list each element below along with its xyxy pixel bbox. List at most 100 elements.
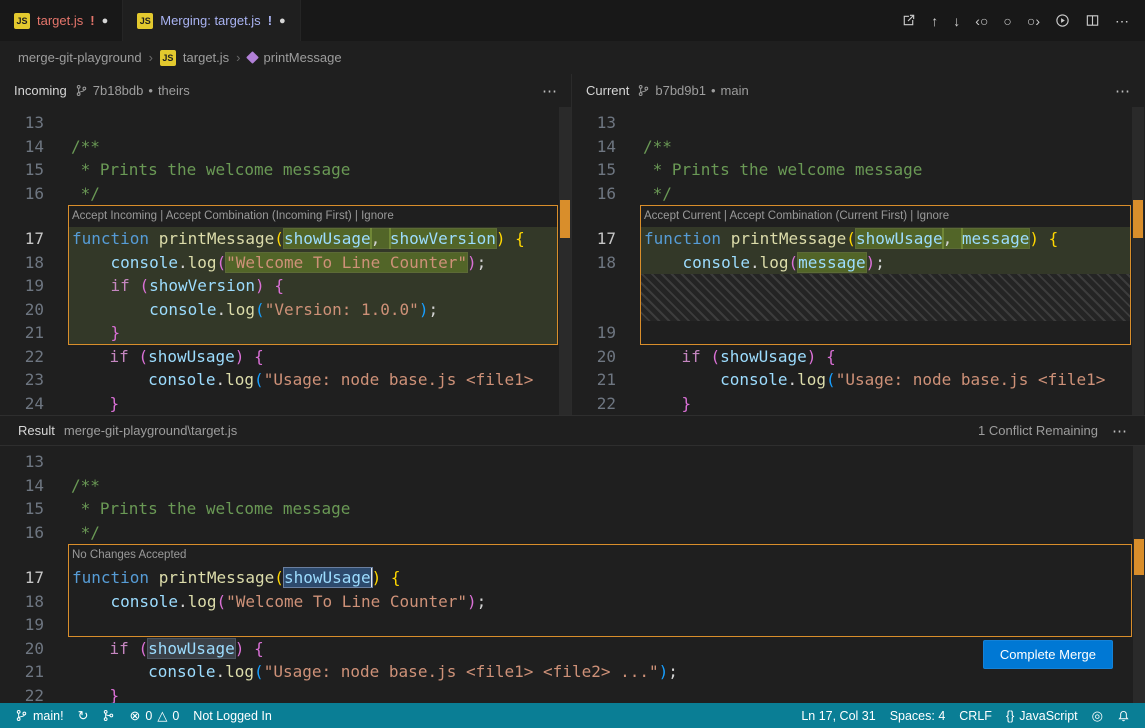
cursor-position[interactable]: Ln 17, Col 31 [794, 709, 882, 723]
code-token: } [111, 323, 121, 342]
previous-conflict-icon[interactable]: ↑ [931, 14, 938, 28]
run-icon[interactable] [1055, 13, 1070, 28]
breadcrumb-file[interactable]: target.js [183, 50, 229, 65]
status-bar-right: Ln 17, Col 31 Spaces: 4 CRLF {} JavaScri… [794, 709, 1137, 723]
code-token: log [797, 370, 826, 389]
code-token [643, 347, 682, 366]
pane-title: Result [18, 423, 55, 438]
code-content [640, 111, 1131, 135]
complete-merge-button[interactable]: Complete Merge [983, 640, 1113, 669]
code-token: . [216, 662, 226, 681]
code-token: ( [274, 568, 284, 587]
layout-base-left-icon[interactable]: ‹○ [975, 14, 988, 28]
code-token: ; [668, 662, 678, 681]
scrollbar-slider[interactable] [1132, 107, 1144, 415]
more-actions-icon[interactable]: ⋯ [1115, 14, 1129, 28]
incoming-pane: Incoming 7b18bdb • theirs ⋯ 1314/**15 * … [0, 74, 572, 415]
code-content: } [68, 392, 558, 416]
layout-base-center-icon[interactable]: ○ [1003, 14, 1011, 28]
code-token [72, 323, 111, 342]
split-editor-icon[interactable] [1085, 13, 1100, 28]
conflict-action-row: Accept Current | Accept Combination (Cur… [572, 205, 1144, 227]
conflict-actions[interactable]: No Changes Accepted [68, 544, 1132, 566]
code-token: "Version: 1.0.0" [265, 300, 419, 319]
code-token: console [111, 253, 178, 272]
code-token: if [110, 347, 129, 366]
commit-hash: 7b18bdb [93, 83, 144, 98]
language-label: JavaScript [1019, 709, 1077, 723]
eol-setting[interactable]: CRLF [952, 709, 999, 723]
code-token [129, 639, 139, 658]
notifications-bell-icon[interactable] [1110, 709, 1137, 722]
code-token: . [788, 370, 798, 389]
separator-dot: • [148, 83, 153, 98]
current-editor[interactable]: 1314/**15 * Prints the welcome message16… [572, 107, 1144, 415]
overview-ruler[interactable] [559, 107, 571, 415]
line-number: 19 [572, 321, 616, 345]
layout-base-right-icon[interactable]: ○› [1027, 14, 1040, 28]
code-token: ( [217, 253, 227, 272]
code-token [149, 229, 159, 248]
result-pane: 1314/**15 * Prints the welcome message16… [0, 446, 1145, 703]
code-token: showUsage [284, 229, 371, 248]
code-token: if [682, 347, 701, 366]
next-conflict-icon[interactable]: ↓ [953, 14, 960, 28]
more-actions-icon[interactable]: ⋯ [1115, 82, 1130, 100]
code-token: ; [428, 300, 438, 319]
code-token: { [391, 568, 401, 587]
conflict-actions[interactable]: Accept Incoming | Accept Combination (In… [68, 205, 558, 227]
sync-icon[interactable]: ↻ [71, 703, 96, 728]
dirty-indicator[interactable]: ● [102, 15, 109, 27]
more-actions-icon[interactable]: ⋯ [542, 82, 557, 100]
code-token: console [148, 662, 215, 681]
current-pane: Current b7bd9b1 • main ⋯ 1314/**15 * Pri… [572, 74, 1144, 415]
code-row: 21 console.log("Usage: node base.js <fil… [572, 368, 1144, 392]
scrollbar-slider[interactable] [559, 107, 571, 415]
result-file-path: merge-git-playground\target.js [64, 423, 237, 438]
breadcrumb: merge-git-playground › JS target.js › pr… [0, 41, 1145, 74]
branch-indicator[interactable]: main! [8, 703, 71, 728]
open-changes-icon[interactable] [901, 13, 916, 28]
code-token [643, 394, 682, 413]
code-row: 18 console.log("Welcome To Line Counter"… [0, 251, 571, 275]
code-token: log [188, 253, 217, 272]
line-number: 19 [0, 613, 44, 637]
breadcrumb-symbol[interactable]: printMessage [264, 50, 342, 65]
line-number [0, 205, 44, 227]
line-number: 14 [0, 474, 44, 498]
more-actions-icon[interactable]: ⋯ [1112, 422, 1127, 440]
git-merge-icon[interactable] [95, 703, 122, 728]
code-token: "Welcome To Line Counter" [226, 253, 467, 272]
code-token: ( [138, 639, 148, 658]
indentation-setting[interactable]: Spaces: 4 [883, 709, 953, 723]
code-token: log [760, 253, 789, 272]
conflict-marker [1134, 539, 1144, 575]
dirty-indicator[interactable]: ● [279, 15, 286, 27]
problems-indicator[interactable]: ⊗ 0 △ 0 [122, 703, 186, 728]
code-token: , [371, 229, 390, 248]
code-content: function printMessage(showUsage, showVer… [68, 227, 558, 251]
conflict-actions[interactable]: Accept Current | Accept Combination (Cur… [640, 205, 1131, 227]
overview-ruler[interactable] [1132, 107, 1144, 415]
line-number: 22 [0, 684, 44, 704]
code-content [68, 450, 1132, 474]
code-token: showUsage [284, 568, 372, 587]
browser-icon[interactable]: ◎ [1085, 709, 1110, 722]
login-status[interactable]: Not Logged In [186, 703, 279, 728]
current-pane-header: Current b7bd9b1 • main ⋯ [572, 74, 1144, 107]
code-token: log [226, 300, 255, 319]
git-status-indicator: ! [90, 13, 94, 28]
code-token: log [188, 592, 217, 611]
incoming-editor[interactable]: 1314/**15 * Prints the welcome message16… [0, 107, 571, 415]
code-content [640, 274, 1131, 321]
tab-target-js[interactable]: JS target.js ! ● [0, 0, 123, 41]
overview-ruler[interactable] [1133, 446, 1145, 703]
code-row: 19 [572, 321, 1144, 345]
result-editor[interactable]: 1314/**15 * Prints the welcome message16… [0, 446, 1145, 703]
language-mode[interactable]: {} JavaScript [999, 709, 1085, 723]
code-token: } [682, 394, 692, 413]
tab-merging-target-js[interactable]: JS Merging: target.js ! ● [123, 0, 300, 41]
code-content: console.log("Usage: node base.js <file1> [68, 368, 558, 392]
pane-title: Incoming [14, 83, 67, 98]
breadcrumb-folder[interactable]: merge-git-playground [18, 50, 142, 65]
